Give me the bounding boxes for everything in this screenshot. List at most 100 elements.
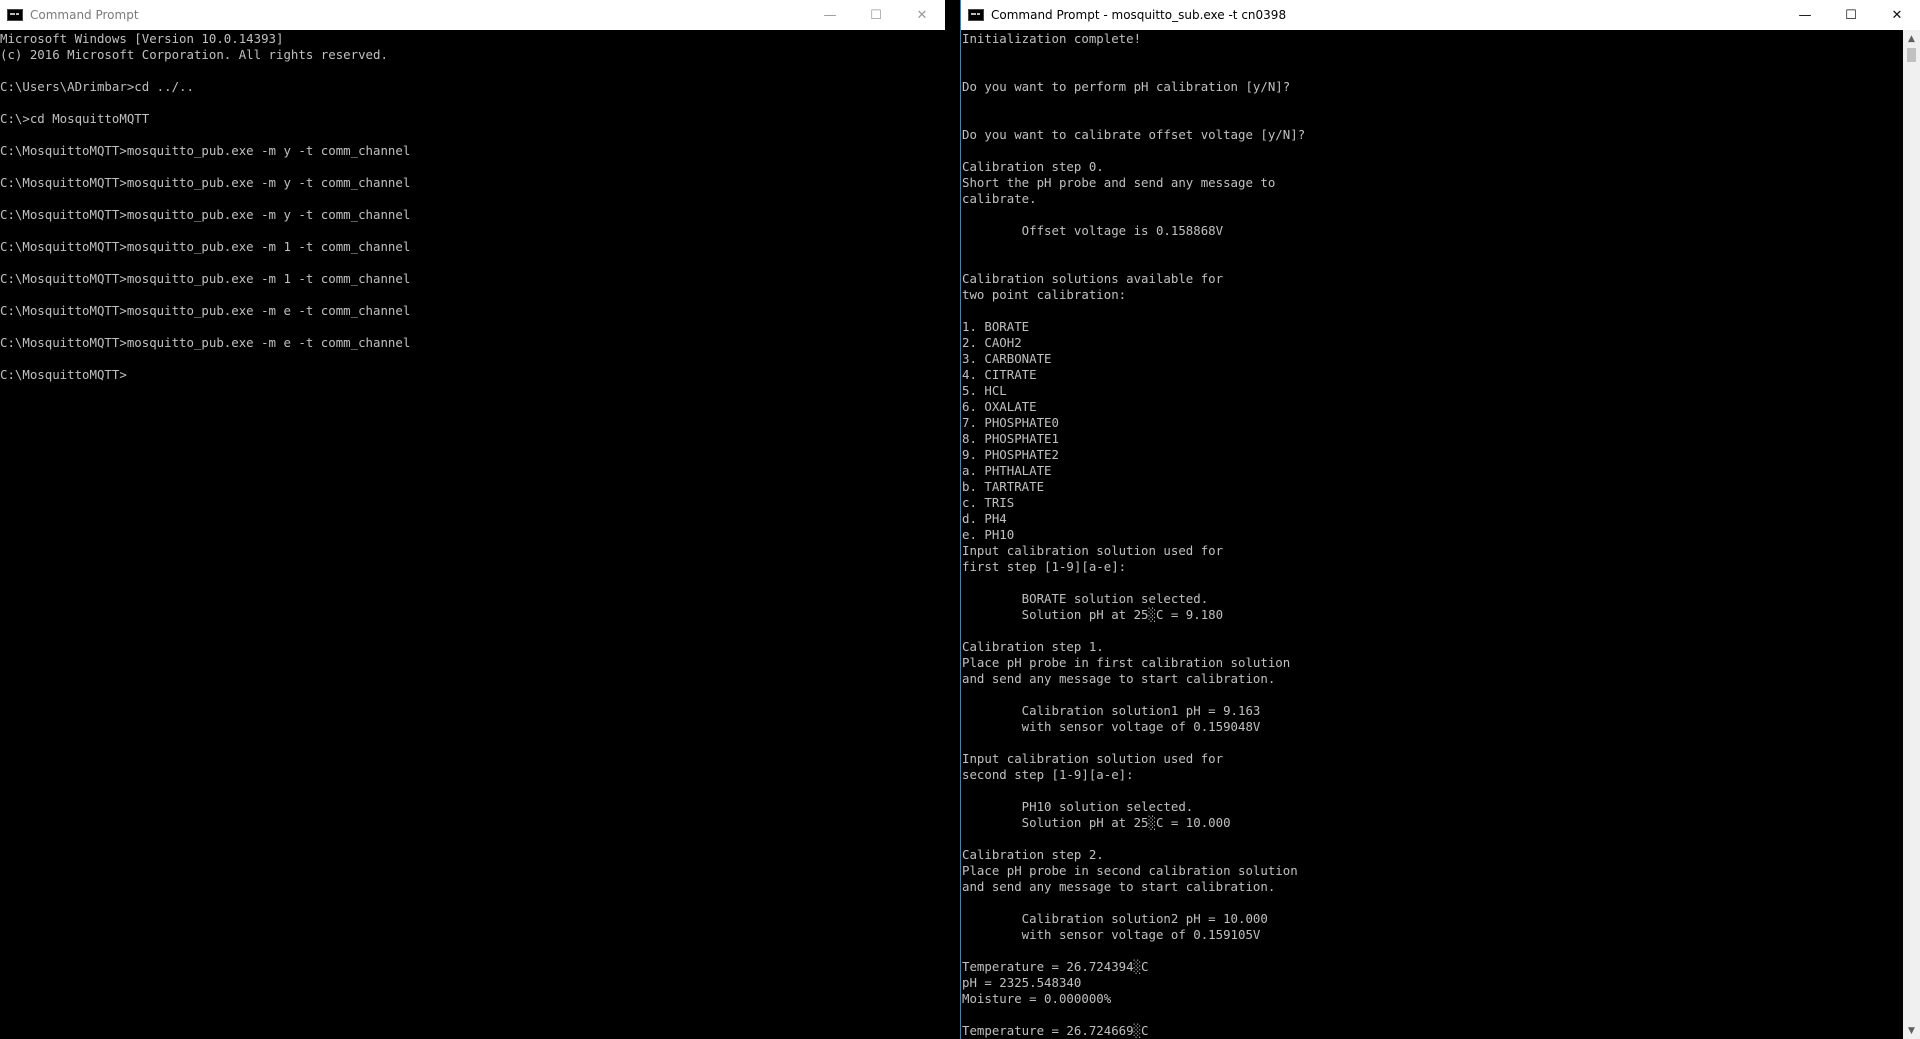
console-line: Input calibration solution used for	[962, 751, 1224, 766]
console-line: (c) 2016 Microsoft Corporation. All righ…	[0, 47, 388, 62]
console-line: Moisture = 0.000000%	[962, 991, 1112, 1006]
console-line: 7. PHOSPHATE0	[962, 415, 1059, 430]
right-titlebar[interactable]: Command Prompt - mosquitto_sub.exe -t cn…	[961, 0, 1920, 30]
right-minimize-button[interactable]: —	[1782, 0, 1828, 30]
left-minimize-button[interactable]: —	[807, 0, 853, 30]
console-line: 3. CARBONATE	[962, 351, 1052, 366]
console-line: Temperature = 26.724669░C	[962, 1023, 1149, 1038]
console-line: pH = 2325.548340	[962, 975, 1082, 990]
minimize-icon: —	[823, 7, 837, 23]
console-line: BORATE solution selected.	[962, 591, 1209, 606]
console-line: Calibration step 2.	[962, 847, 1104, 862]
console-line: Initialization complete!	[962, 31, 1142, 46]
console-line: Calibration step 0.	[962, 159, 1104, 174]
console-line: a. PHTHALATE	[962, 463, 1052, 478]
console-line: and send any message to start calibratio…	[962, 671, 1276, 686]
console-line: Input calibration solution used for	[962, 543, 1224, 558]
console-line: Offset voltage is 0.158868V	[962, 223, 1224, 238]
right-window-controls: — ☐ ✕	[1782, 0, 1920, 30]
console-line: PH10 solution selected.	[962, 799, 1194, 814]
console-line: C:\MosquittoMQTT>mosquitto_pub.exe -m e …	[0, 335, 411, 350]
console-line: 6. OXALATE	[962, 399, 1037, 414]
console-line: Microsoft Windows [Version 10.0.14393]	[0, 31, 284, 46]
left-close-button[interactable]: ✕	[899, 0, 945, 30]
close-icon: ✕	[916, 7, 928, 23]
console-line: 9. PHOSPHATE2	[962, 447, 1059, 462]
console-line: C:\MosquittoMQTT>mosquitto_pub.exe -m e …	[0, 303, 411, 318]
console-line: with sensor voltage of 0.159048V	[962, 719, 1261, 734]
console-line: 1. BORATE	[962, 319, 1030, 334]
cmd-icon	[7, 9, 23, 21]
console-line: Place pH probe in second calibration sol…	[962, 863, 1298, 878]
console-line: C:\MosquittoMQTT>mosquitto_pub.exe -m y …	[0, 207, 411, 222]
maximize-icon: ☐	[870, 7, 882, 23]
console-line: Calibration solution2 pH = 10.000	[962, 911, 1268, 926]
left-console-output[interactable]: Microsoft Windows [Version 10.0.14393] (c…	[0, 31, 945, 1039]
right-close-button[interactable]: ✕	[1874, 0, 1920, 30]
console-line: Solution pH at 25░C = 9.180	[962, 607, 1224, 622]
window-gap	[945, 0, 960, 1039]
console-line: C:\MosquittoMQTT>mosquitto_pub.exe -m 1 …	[0, 239, 411, 254]
right-console-output[interactable]: Initialization complete! Do you want to …	[962, 31, 1903, 1039]
console-line: C:\>cd MosquittoMQTT	[0, 111, 150, 126]
console-line: Short the pH probe and send any message …	[962, 175, 1276, 190]
left-window-controls: — ☐ ✕	[807, 0, 945, 30]
console-line: second step [1-9][a-e]:	[962, 767, 1134, 782]
console-line: Solution pH at 25░C = 10.000	[962, 815, 1231, 830]
console-line: b. TARTRATE	[962, 479, 1045, 494]
left-command-prompt-window[interactable]: Command Prompt — ☐ ✕ Microsoft Windows […	[0, 0, 945, 1039]
console-line: C:\MosquittoMQTT>mosquitto_pub.exe -m y …	[0, 175, 411, 190]
vertical-scrollbar[interactable]: ▲ ▼	[1903, 30, 1920, 1039]
console-line: 8. PHOSPHATE1	[962, 431, 1059, 446]
console-line: e. PH10	[962, 527, 1015, 542]
console-line: Do you want to perform pH calibration [y…	[962, 79, 1291, 94]
console-line: first step [1-9][a-e]:	[962, 559, 1127, 574]
console-line: Calibration step 1.	[962, 639, 1104, 654]
right-command-prompt-window[interactable]: Command Prompt - mosquitto_sub.exe -t cn…	[960, 0, 1920, 1039]
left-window-title: Command Prompt	[30, 8, 139, 22]
console-line: C:\MosquittoMQTT>mosquitto_pub.exe -m 1 …	[0, 271, 411, 286]
console-line: 2. CAOH2	[962, 335, 1022, 350]
console-line: Place pH probe in first calibration solu…	[962, 655, 1291, 670]
scrollbar-thumb[interactable]	[1907, 48, 1916, 62]
close-icon: ✕	[1891, 7, 1903, 23]
console-line: c. TRIS	[962, 495, 1015, 510]
console-line: 5. HCL	[962, 383, 1007, 398]
console-line: and send any message to start calibratio…	[962, 879, 1276, 894]
left-maximize-button[interactable]: ☐	[853, 0, 899, 30]
left-titlebar[interactable]: Command Prompt — ☐ ✕	[0, 0, 945, 30]
console-line: d. PH4	[962, 511, 1007, 526]
console-line: with sensor voltage of 0.159105V	[962, 927, 1261, 942]
scroll-up-arrow-icon[interactable]: ▲	[1903, 30, 1920, 47]
console-line: two point calibration:	[962, 287, 1127, 302]
scroll-down-arrow-icon[interactable]: ▼	[1903, 1022, 1920, 1039]
cmd-icon	[968, 9, 984, 21]
console-line: C:\MosquittoMQTT>	[0, 367, 127, 382]
minimize-icon: —	[1798, 7, 1812, 23]
console-line: Temperature = 26.724394░C	[962, 959, 1149, 974]
right-maximize-button[interactable]: ☐	[1828, 0, 1874, 30]
console-line: Calibration solutions available for	[962, 271, 1224, 286]
